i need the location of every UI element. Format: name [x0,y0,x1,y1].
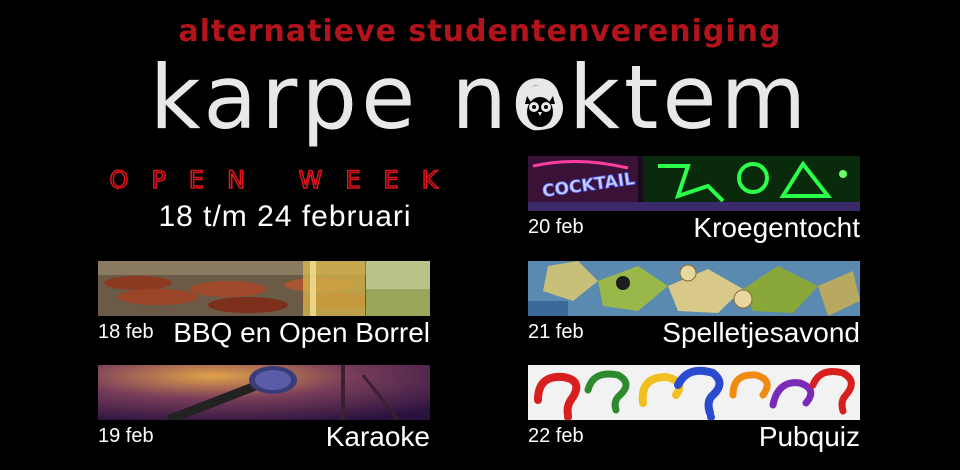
open-week-heading: OPEN WEEK [109,165,461,195]
event-date: 18 feb [98,321,154,343]
event-date: 21 feb [528,321,584,343]
microphone-photo [98,365,430,420]
poster: alternatieve studentenvereniging karpe n… [0,0,960,470]
event-name: BBQ en Open Borrel [173,317,430,348]
event-name: Kroegentocht [693,212,860,243]
event-date: 19 feb [98,425,154,447]
bbq-photo [98,261,430,316]
event-date: 20 feb [528,216,584,238]
event-name: Pubquiz [758,421,860,452]
event-name: Karaoke [325,421,430,452]
question-marks-photo [528,365,860,420]
owl-icon [517,85,563,133]
event-pubquiz: 22 feb Pubquiz [528,365,860,460]
neon-cocktail-sign-photo: COCKTAIL [528,156,860,211]
open-week-dates: 18 t/m 24 februari [158,200,412,233]
board-game-photo [528,261,860,316]
event-date: 22 feb [528,425,584,447]
event-karaoke: 19 feb Karaoke [98,365,430,460]
event-kroegentocht: COCKTAIL 20 feb Kroegentocht [528,156,860,251]
event-bbq: 18 feb BBQ en Open Borrel [98,261,430,356]
event-spelletjesavond: 21 feb Spelletjesavond [528,261,860,356]
event-name: Spelletjesavond [662,317,860,348]
subtitle: alternatieve studentenvereniging [178,14,782,49]
logo-wordmark: karpe noktem [149,46,811,149]
